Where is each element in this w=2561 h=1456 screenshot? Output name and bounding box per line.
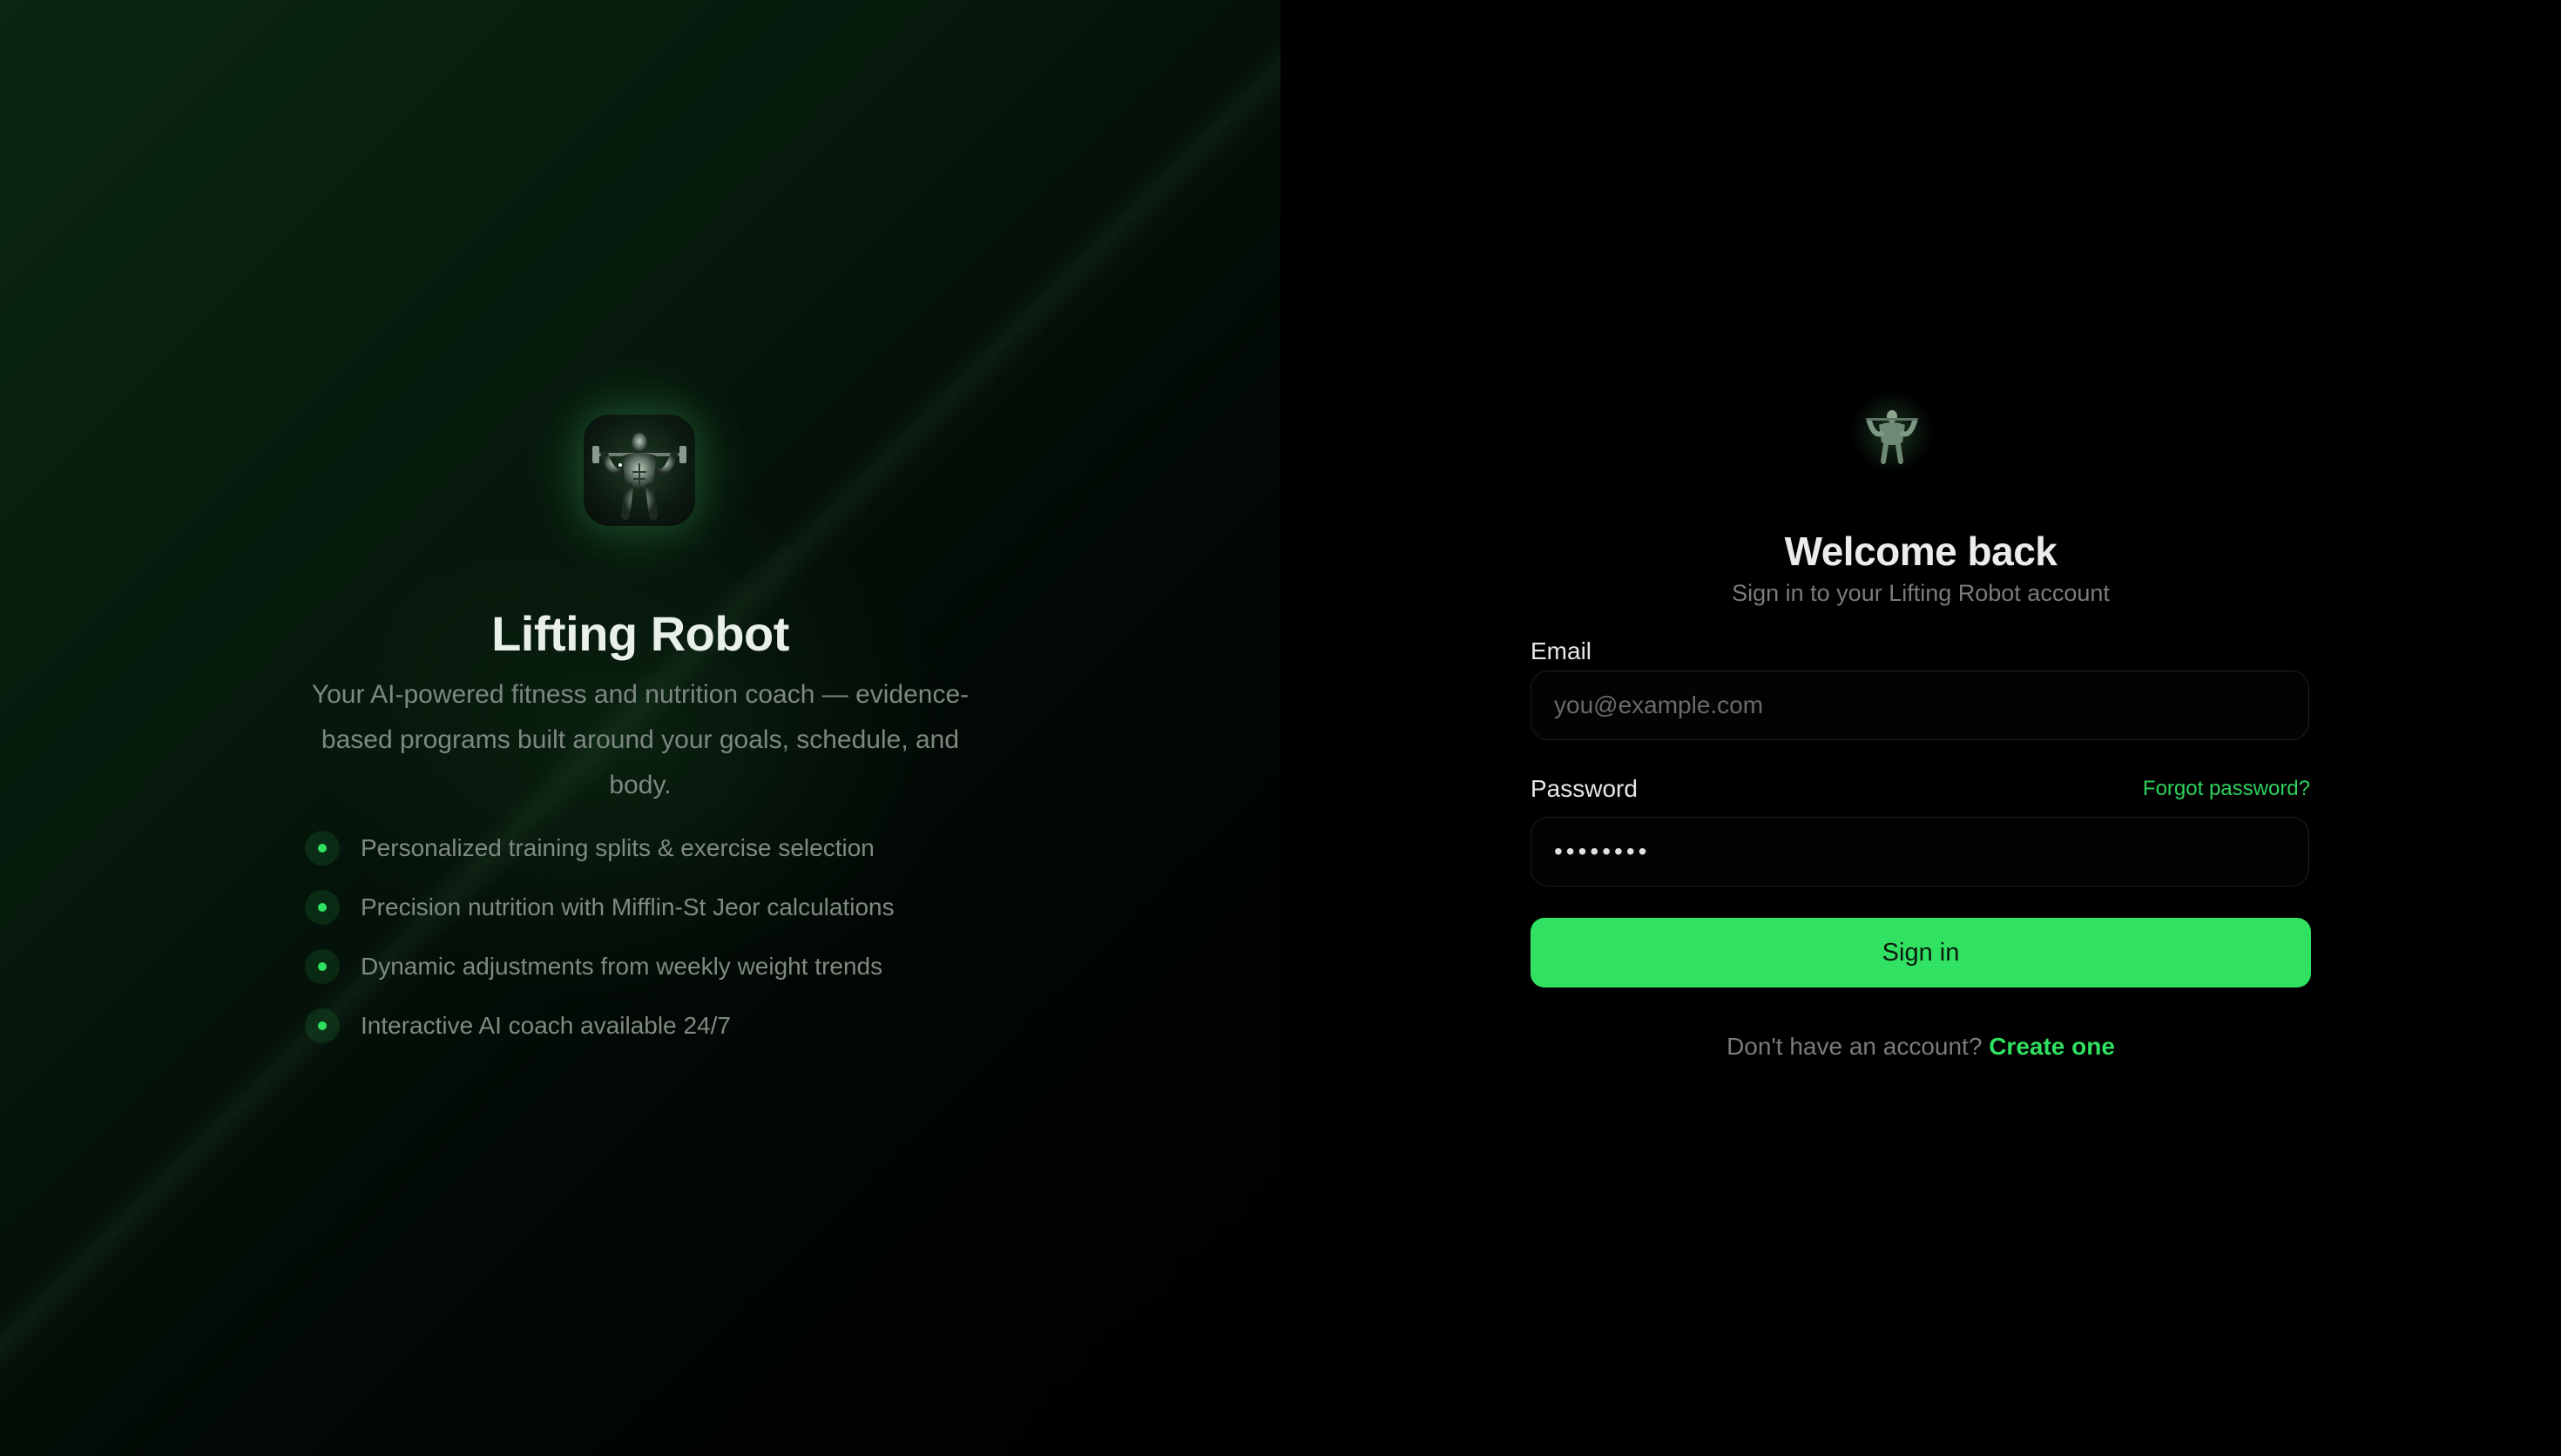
forgot-password-link[interactable]: Forgot password? <box>2064 772 2310 806</box>
feature-text: Personalized training splits & exercise … <box>361 834 875 861</box>
login-page: Lifting Robot Your AI-powered fitness an… <box>0 0 2561 1456</box>
sign-in-subtitle: Sign in to your Lifting Robot account <box>1732 580 2110 606</box>
signup-prompt-line: Don't have an account? Create one <box>1280 1029 2561 1064</box>
feature-item: Precision nutrition with Mifflin-St Jeor… <box>305 878 1002 937</box>
hero-content: Lifting Robot Your AI-powered fitness an… <box>0 0 1280 1456</box>
signup-prompt-text: Don't have an account? <box>1726 1033 1983 1060</box>
email-label: Email <box>1531 637 1592 664</box>
feature-item: Interactive AI coach available 24/7 <box>305 996 1002 1055</box>
sign-in-button[interactable]: Sign in <box>1531 918 2311 988</box>
feature-item: Personalized training splits & exercise … <box>305 819 1002 878</box>
robot-bodybuilder-icon <box>592 433 686 520</box>
bullet-dot-icon <box>305 949 340 984</box>
hero-description: Your AI-powered fitness and nutrition co… <box>311 680 970 799</box>
bullet-dot-icon <box>305 890 340 925</box>
feature-list: Personalized training splits & exercise … <box>305 819 1002 1055</box>
sign-in-title: Welcome back <box>1784 529 2058 575</box>
password-field[interactable] <box>1531 817 2309 886</box>
feature-text: Interactive AI coach available 24/7 <box>361 1012 731 1039</box>
sign-in-panel: Welcome back Sign in to your Lifting Rob… <box>1280 0 2561 1456</box>
email-field[interactable] <box>1531 671 2309 740</box>
feature-item: Dynamic adjustments from weekly weight t… <box>305 937 1002 996</box>
robot-bodybuilder-icon <box>1866 410 1918 464</box>
bullet-dot-icon <box>305 1008 340 1043</box>
bullet-dot-icon <box>305 831 340 866</box>
app-logo-icon <box>584 415 695 526</box>
auth-logo-icon <box>1850 390 1934 474</box>
feature-text: Precision nutrition with Mifflin-St Jeor… <box>361 893 895 920</box>
hero-panel: Lifting Robot Your AI-powered fitness an… <box>0 0 1280 1456</box>
hero-title: Lifting Robot <box>491 605 789 661</box>
create-account-link[interactable]: Create one <box>1989 1033 2115 1060</box>
password-label: Password <box>1531 775 1638 802</box>
feature-text: Dynamic adjustments from weekly weight t… <box>361 953 883 980</box>
